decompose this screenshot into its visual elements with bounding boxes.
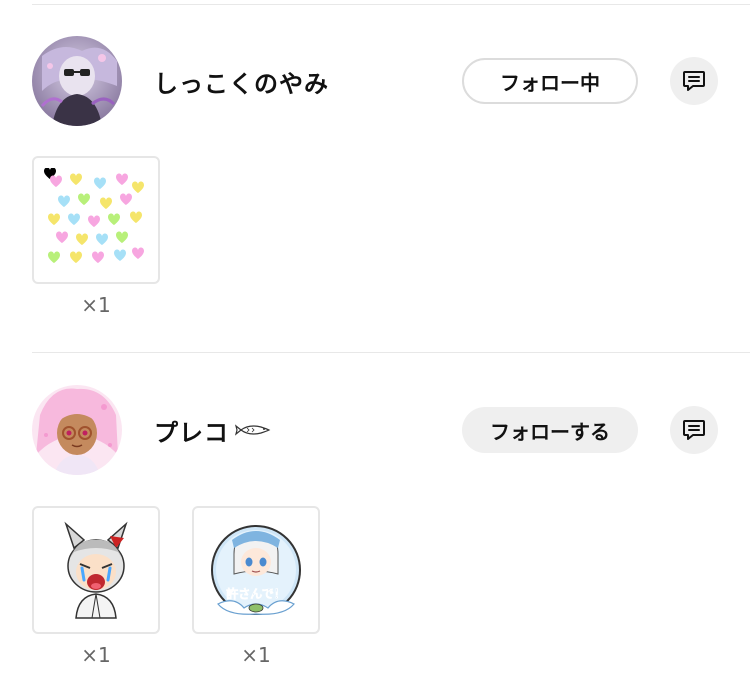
- user-row: プレコ フォローする: [0, 385, 750, 475]
- message-icon: [683, 71, 705, 91]
- fish-icon: [235, 424, 271, 436]
- avatar[interactable]: [32, 385, 122, 475]
- forgive-me-character-sticker: 許さんで！: [211, 525, 301, 615]
- user-row: しっこくのやみ フォロー中: [0, 36, 750, 126]
- username-text: プレコ: [154, 418, 229, 447]
- username[interactable]: しっこくのやみ: [154, 36, 329, 126]
- message-icon: [683, 420, 705, 440]
- fan-list: しっこくのやみ フォロー中 ×1 プレコ フォローする ×1 許さんで！ ×1: [0, 0, 750, 694]
- avatar[interactable]: [32, 36, 122, 126]
- sticker-item[interactable]: 許さんで！: [192, 506, 320, 634]
- divider: [32, 4, 750, 5]
- sticker-text: 許さんで！: [226, 586, 285, 601]
- hearts-sticker: [44, 168, 144, 263]
- sticker-item[interactable]: [32, 506, 160, 634]
- sticker-item[interactable]: [32, 156, 160, 284]
- crying-wolf-character-sticker: [64, 521, 128, 619]
- sticker-count: ×1: [81, 293, 111, 317]
- sticker-count: ×1: [241, 643, 271, 667]
- divider: [32, 352, 750, 353]
- message-button[interactable]: [670, 57, 718, 105]
- sticker-count: ×1: [81, 643, 111, 667]
- username-text: しっこくのやみ: [154, 69, 329, 98]
- message-button[interactable]: [670, 406, 718, 454]
- username[interactable]: プレコ: [154, 385, 271, 475]
- following-button[interactable]: フォロー中: [462, 58, 638, 104]
- follow-button[interactable]: フォローする: [462, 407, 638, 453]
